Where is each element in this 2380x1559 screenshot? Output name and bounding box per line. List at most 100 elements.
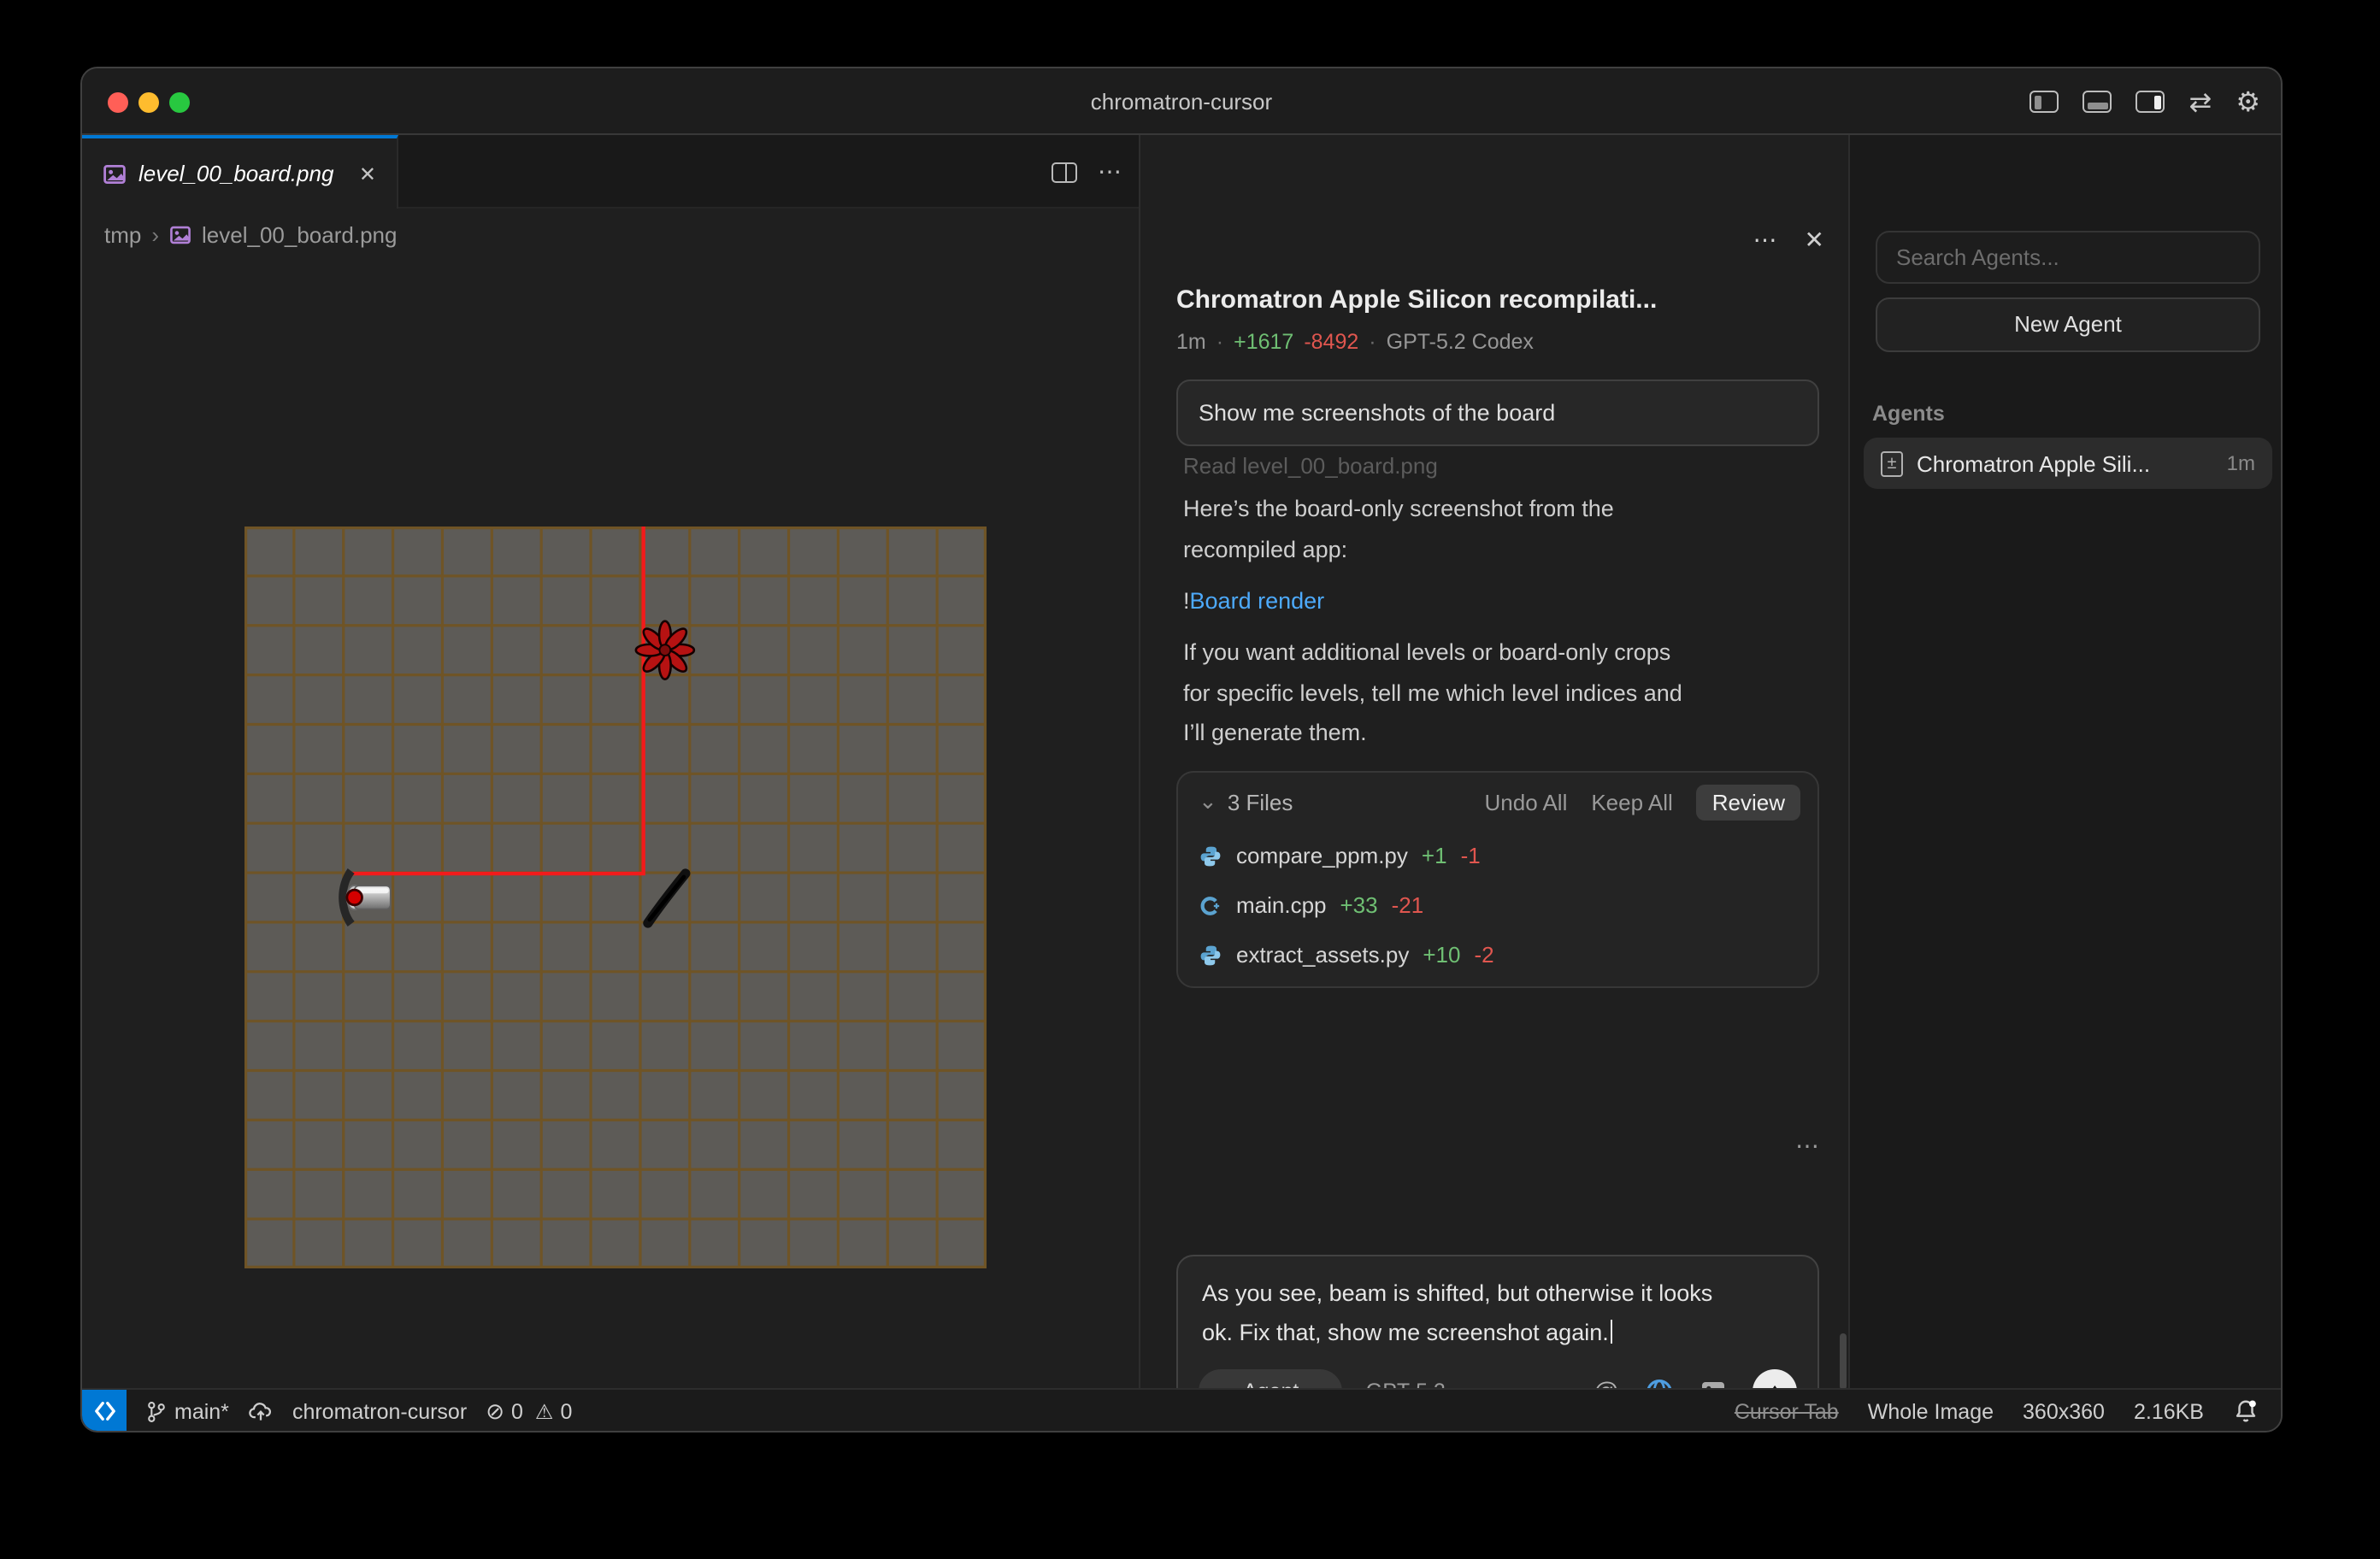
- files-count-label[interactable]: 3 Files: [1228, 789, 1293, 815]
- image-dimensions-status: 360x360: [2023, 1399, 2105, 1423]
- cursor-tab-status[interactable]: Cursor Tab: [1735, 1399, 1839, 1423]
- tab-level-00-board[interactable]: level_00_board.png ✕: [82, 135, 398, 209]
- git-branch-icon: [145, 1399, 168, 1423]
- switch-layout-icon[interactable]: ⇄: [2189, 85, 2212, 119]
- agents-sidebar: New Agent Agents ± Chromatron Apple Sili…: [1848, 135, 2283, 1388]
- file-row[interactable]: main.cpp +33 -21: [1178, 880, 1817, 930]
- tool-call-read-file[interactable]: Read level_00_board.png: [1183, 453, 1438, 479]
- file-additions: +33: [1340, 892, 1378, 918]
- app-window: chromatron-cursor ⇄ ⚙ level_00_board.png…: [80, 67, 2283, 1433]
- python-file-icon: [1199, 844, 1222, 868]
- file-deletions: -2: [1474, 942, 1493, 968]
- agent-item-time: 1m: [2227, 451, 2255, 475]
- status-bar-right: Cursor Tab Whole Image 360x360 2.16KB: [1735, 1398, 2283, 1424]
- breadcrumb-folder[interactable]: tmp: [104, 221, 141, 247]
- editor-tab-strip: level_00_board.png ✕ ⋯: [82, 135, 1139, 209]
- chat-scrollbar-thumb[interactable]: [1840, 1333, 1847, 1390]
- titlebar-actions: ⇄ ⚙: [2030, 68, 2261, 135]
- file-name: extract_assets.py: [1236, 942, 1409, 968]
- title-bar: chromatron-cursor ⇄ ⚙: [82, 68, 2281, 135]
- text-caret: [1611, 1320, 1613, 1344]
- new-agent-button[interactable]: New Agent: [1876, 297, 2260, 352]
- warning-icon: ⚠: [535, 1399, 554, 1423]
- branch-name: main*: [174, 1399, 229, 1423]
- plus-minus-glyph: ±: [1888, 454, 1897, 473]
- image-file-icon: [169, 223, 191, 245]
- chat-deletions: -8492: [1304, 330, 1358, 354]
- settings-gear-icon[interactable]: ⚙: [2236, 85, 2260, 119]
- toggle-right-panel-icon[interactable]: [2136, 91, 2165, 113]
- meta-separator: ·: [1369, 330, 1376, 354]
- chat-duration: 1m: [1176, 330, 1206, 354]
- cloud-upload-icon: [248, 1399, 274, 1423]
- image-view-mode-status[interactable]: Whole Image: [1868, 1399, 1994, 1423]
- chat-input-text[interactable]: As you see, beam is shifted, but otherwi…: [1202, 1274, 1800, 1352]
- status-bar: main* chromatron-cursor ⊘ 0 ⚠ 0 Cursor T…: [82, 1388, 2283, 1433]
- review-button[interactable]: Review: [1697, 784, 1800, 820]
- toggle-bottom-panel-icon[interactable]: [2083, 91, 2112, 113]
- toggle-left-panel-icon[interactable]: [2030, 91, 2059, 113]
- image-size-status: 2.16KB: [2134, 1399, 2204, 1423]
- board-render-link[interactable]: Board render: [1190, 588, 1325, 614]
- undo-all-button[interactable]: Undo All: [1485, 789, 1568, 815]
- problems-status[interactable]: ⊘ 0 ⚠ 0: [486, 1397, 572, 1425]
- file-deletions: -1: [1461, 843, 1481, 868]
- file-name: compare_ppm.py: [1236, 843, 1408, 868]
- meta-separator: ·: [1217, 330, 1223, 354]
- error-count: 0: [511, 1399, 523, 1423]
- chat-close-icon[interactable]: ✕: [1805, 226, 1824, 255]
- breadcrumb-file[interactable]: level_00_board.png: [202, 221, 397, 247]
- desktop: chromatron-cursor ⇄ ⚙ level_00_board.png…: [0, 0, 2380, 1559]
- chat-model: GPT-5.2 Codex: [1387, 330, 1534, 354]
- chat-meta: 1m · +1617 -8492 · GPT-5.2 Codex: [1176, 330, 1534, 354]
- paragraph-line: Here’s the board-only screenshot from th…: [1183, 489, 1819, 529]
- image-preview-canvas: [82, 260, 1139, 1388]
- chat-header-actions: ⋯ ✕: [1753, 226, 1824, 255]
- split-editor-icon[interactable]: [1052, 162, 1077, 182]
- files-card-header: ⌄ 3 Files Undo All Keep All Review: [1178, 773, 1817, 831]
- chat-additions: +1617: [1234, 330, 1293, 354]
- tab-close-icon[interactable]: ✕: [359, 162, 376, 185]
- editor-more-icon[interactable]: ⋯: [1098, 157, 1122, 186]
- breadcrumb-separator-icon: ›: [151, 221, 159, 247]
- file-deletions: -21: [1392, 892, 1424, 918]
- paragraph-line: I’ll generate them.: [1183, 713, 1819, 753]
- remote-window-icon: [91, 1400, 117, 1422]
- changed-files-card: ⌄ 3 Files Undo All Keep All Review compa…: [1176, 771, 1819, 988]
- editor-group-actions: ⋯: [1052, 135, 1122, 209]
- tab-label: level_00_board.png: [138, 161, 333, 186]
- agent-item-name: Chromatron Apple Sili...: [1917, 450, 2150, 476]
- sync-changes-status[interactable]: [248, 1399, 274, 1423]
- assistant-paragraph: If you want additional levels or board-o…: [1183, 632, 1819, 753]
- warning-count: 0: [560, 1399, 572, 1423]
- python-file-icon: [1199, 943, 1222, 967]
- image-file-icon: [103, 162, 127, 185]
- board-item-flower: [636, 621, 694, 679]
- board-image: [244, 527, 987, 1268]
- message-more-icon[interactable]: ⋯: [1140, 1132, 1819, 1161]
- project-name: chromatron-cursor: [292, 1399, 467, 1423]
- error-icon: ⊘: [486, 1397, 504, 1425]
- paragraph-line: If you want additional levels or board-o…: [1183, 632, 1819, 673]
- paragraph-line: for specific levels, tell me which level…: [1183, 673, 1819, 713]
- cpp-file-icon: [1199, 893, 1222, 917]
- user-message-bubble: Show me screenshots of the board: [1176, 379, 1819, 446]
- file-row[interactable]: compare_ppm.py +1 -1: [1178, 831, 1817, 880]
- chevron-down-icon[interactable]: ⌄: [1199, 788, 1217, 815]
- chat-more-icon[interactable]: ⋯: [1753, 226, 1777, 255]
- link-prefix: !: [1183, 588, 1190, 614]
- project-name-status[interactable]: chromatron-cursor: [292, 1399, 467, 1423]
- assistant-paragraph: Here’s the board-only screenshot from th…: [1183, 489, 1819, 569]
- input-line: As you see, beam is shifted, but otherwi…: [1202, 1280, 1712, 1306]
- file-additions: +10: [1423, 942, 1460, 968]
- search-agents-input[interactable]: [1876, 231, 2260, 284]
- git-branch-status[interactable]: main*: [145, 1399, 229, 1423]
- file-additions: +1: [1422, 843, 1447, 868]
- agent-list-item[interactable]: ± Chromatron Apple Sili... 1m: [1864, 438, 2272, 489]
- keep-all-button[interactable]: Keep All: [1591, 789, 1672, 815]
- file-row[interactable]: extract_assets.py +10 -2: [1178, 930, 1817, 980]
- notifications-bell-icon[interactable]: [2233, 1398, 2259, 1424]
- remote-indicator[interactable]: [82, 1390, 127, 1433]
- chat-title: Chromatron Apple Silicon recompilati...: [1176, 285, 1817, 315]
- file-name: main.cpp: [1236, 892, 1327, 918]
